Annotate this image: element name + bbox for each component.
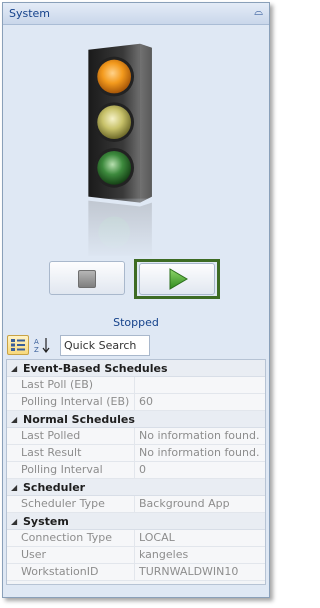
collapse-icon[interactable]: ◢ [11, 411, 17, 428]
stop-button[interactable] [49, 261, 125, 295]
collapse-icon[interactable]: ◢ [11, 360, 17, 377]
panel-titlebar: System ⌓ [3, 3, 269, 25]
svg-text:Z: Z [34, 346, 39, 354]
pin-icon[interactable]: ⌓ [254, 5, 263, 19]
property-value: No information found. [139, 446, 260, 459]
property-value [135, 377, 265, 393]
property-value: Background App [139, 497, 230, 510]
property-name: Last Polled [7, 428, 135, 444]
property-row[interactable]: Last Result No information found. [7, 445, 265, 462]
panel-title: System [9, 7, 51, 20]
property-grid: ◢ Event-Based Schedules Last Poll (EB) Poll… [6, 359, 266, 585]
stop-icon [78, 270, 96, 288]
property-name: Polling Interval (EB) [7, 394, 135, 410]
quick-search-input[interactable] [60, 335, 150, 356]
property-name: Last Result [7, 445, 135, 461]
property-row[interactable]: WorkstationID TURNWALDWIN10 [7, 564, 265, 581]
categorized-view-button[interactable] [7, 335, 29, 355]
property-row[interactable]: Last Poll (EB) [7, 377, 265, 394]
play-button-focus [134, 259, 220, 299]
property-name: User [7, 547, 135, 563]
property-name: Last Poll (EB) [7, 377, 135, 393]
categorized-icon [11, 339, 25, 351]
category-header[interactable]: ◢ Scheduler [7, 479, 265, 496]
property-row[interactable]: Polling Interval (EB) 60 [7, 394, 265, 411]
alphabetical-view-button[interactable]: A Z [31, 335, 53, 355]
property-name: Scheduler Type [7, 496, 135, 512]
traffic-light-icon [82, 43, 162, 261]
status-label: Stopped [113, 316, 159, 329]
play-icon [169, 268, 188, 290]
property-value: LOCAL [139, 531, 175, 544]
collapse-icon[interactable]: ◢ [11, 513, 17, 530]
svg-text:A: A [34, 338, 39, 346]
category-header[interactable]: ◢ System [7, 513, 265, 530]
property-row[interactable]: Connection Type LOCAL [7, 530, 265, 547]
property-row[interactable]: User kangeles [7, 547, 265, 564]
system-panel: System ⌓ Stopped A Z Quick Search ◢ Even… [2, 2, 270, 598]
category-label: System [23, 515, 69, 528]
sort-az-icon: A Z [34, 338, 50, 354]
category-label: Event-Based Schedules [23, 362, 168, 375]
property-name: Connection Type [7, 530, 135, 546]
property-name: Polling Interval [7, 462, 135, 478]
property-toolbar: A Z [3, 334, 269, 358]
property-row[interactable]: Polling Interval 0 [7, 462, 265, 479]
property-row[interactable]: Scheduler Type Background App [7, 496, 265, 513]
property-row[interactable]: Last Polled No information found. [7, 428, 265, 445]
property-name: WorkstationID [7, 564, 135, 580]
property-value: No information found. [139, 429, 260, 442]
property-value: kangeles [139, 548, 189, 561]
collapse-icon[interactable]: ◢ [11, 479, 17, 496]
property-value: 0 [139, 463, 146, 476]
play-button[interactable] [139, 263, 215, 295]
category-header[interactable]: ◢ Normal Schedules [7, 411, 265, 428]
category-label: Normal Schedules [23, 413, 135, 426]
property-value: 60 [139, 395, 153, 408]
property-value: TURNWALDWIN10 [139, 565, 239, 578]
category-header[interactable]: ◢ Event-Based Schedules [7, 360, 265, 377]
category-label: Scheduler [23, 481, 86, 494]
